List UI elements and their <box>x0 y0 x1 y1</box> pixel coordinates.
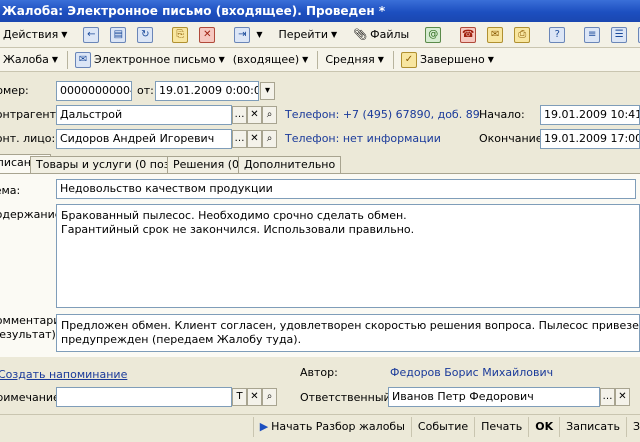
note-label: Примечание: <box>0 391 64 404</box>
content-textarea[interactable]: Бракованный пылесос. Необходимо срочно с… <box>56 204 640 308</box>
author-value: Федоров Борис Михайлович <box>390 366 554 379</box>
number-label: Номер: <box>0 84 29 97</box>
delete-icon[interactable]: ✕ <box>196 25 221 45</box>
pushpin-icon: ✓ <box>400 51 417 68</box>
responsible-field[interactable]: Иванов Петр Федорович <box>388 387 600 407</box>
letter-icon[interactable]: ✉ <box>484 25 509 45</box>
based-on-icon[interactable]: ⇥ ▼ <box>231 25 265 45</box>
window-title: Жалоба: Электронное письмо (входящее). П… <box>0 0 640 22</box>
calendar-dropdown[interactable]: ▾ <box>260 82 275 100</box>
comment-label-line2: (результат): <box>0 328 60 341</box>
direction-menu[interactable]: (входящее) ▼ <box>230 50 312 70</box>
save-button[interactable]: Записать <box>559 416 626 437</box>
end-label: Окончание: <box>479 132 547 145</box>
end-field[interactable]: 19.01.2009 17:00 <box>540 129 640 149</box>
start-label: Начало: <box>479 108 525 121</box>
counterparty-clear-button[interactable]: ✕ <box>247 106 262 124</box>
print-icon[interactable]: ⎙ <box>511 25 536 45</box>
counterparty-field[interactable]: Дальстрой <box>56 105 232 125</box>
date-field[interactable]: 19.01.2009 0:00:00 <box>155 81 259 101</box>
email-channel-icon: ✉ <box>75 51 92 68</box>
contact-clear-button[interactable]: ✕ <box>247 130 262 148</box>
description-panel: Тема: Недовольство качеством продукции С… <box>0 173 640 357</box>
list-icon[interactable]: ≡ <box>581 25 606 45</box>
status-menu[interactable]: ✓ Завершено ▼ <box>398 50 497 70</box>
contact-open-button[interactable]: ⌕ <box>262 130 277 148</box>
start-field[interactable]: 19.01.2009 10:41 <box>540 105 640 125</box>
ok-button[interactable]: OK <box>528 416 559 437</box>
files-button[interactable]: 📎︎ Файлы <box>350 25 412 45</box>
history-icon[interactable]: ◷ <box>635 25 640 45</box>
contact-label: Конт. лицо: <box>0 132 56 145</box>
email-icon[interactable]: @ <box>422 25 447 45</box>
command-bar: ▶ Начать Разбор жалобы Событие Печать OK … <box>0 414 640 438</box>
phone-icon[interactable]: ☎ <box>457 25 482 45</box>
document-icon[interactable]: ▤ <box>107 25 132 45</box>
create-reminder-link[interactable]: Создать напоминание <box>0 368 127 381</box>
goto-menu[interactable]: Перейти ▼ <box>276 25 341 45</box>
author-label: Автор: <box>300 366 338 379</box>
event-button[interactable]: Событие <box>410 416 474 437</box>
number-field[interactable]: 00000000004 <box>56 81 132 101</box>
print-button[interactable]: Печать <box>474 416 528 437</box>
structure-icon[interactable]: ☰ <box>608 25 633 45</box>
copy-icon[interactable]: ⎘ <box>169 25 194 45</box>
note-open-button[interactable]: ⌕ <box>262 388 277 406</box>
tab-decisions[interactable]: Решения (0) <box>167 156 250 174</box>
contact-select-button[interactable]: … <box>232 130 247 148</box>
actions-menu[interactable]: Действия ▼ <box>0 25 70 45</box>
paperclip-icon: 📎︎ <box>353 28 368 41</box>
responsible-clear-button[interactable]: ✕ <box>615 388 630 406</box>
type-menu[interactable]: Жалоба ▼ <box>0 50 61 70</box>
counterparty-open-button[interactable]: ⌕ <box>262 106 277 124</box>
responsible-label: Ответственный: <box>300 391 395 404</box>
help-icon[interactable]: ? <box>546 25 571 45</box>
note-text-button[interactable]: T <box>232 388 247 406</box>
contact-phone: Телефон: нет информации <box>285 132 441 145</box>
comment-textarea[interactable]: Предложен обмен. Клиент согласен, удовле… <box>56 314 640 352</box>
main-toolbar: Действия ▼ ← ▤ ↻ ⎘ ✕ ⇥ ▼ Перейти ▼ 📎︎ Файлы … <box>0 22 640 48</box>
close-button[interactable]: Закрыть <box>626 416 640 437</box>
event-toolbar: Жалоба ▼ ✉ Электронное письмо ▼ (входящее) ▼… <box>0 48 640 72</box>
tab-strip: Описание Товары и услуги (0 поз.) Решени… <box>0 154 640 174</box>
responsible-select-button[interactable]: … <box>600 388 615 406</box>
play-icon: ▶ <box>259 419 269 433</box>
channel-menu[interactable]: ✉ Электронное письмо ▼ <box>72 50 228 70</box>
counterparty-label: Контрагент: <box>0 108 60 121</box>
contact-field[interactable]: Сидоров Андрей Игоревич <box>56 129 232 149</box>
start-analysis-button[interactable]: ▶ Начать Разбор жалобы <box>252 416 411 437</box>
note-clear-button[interactable]: ✕ <box>247 388 262 406</box>
tab-additional[interactable]: Дополнительно <box>238 156 342 174</box>
subject-label: Тема: <box>0 184 21 197</box>
tab-goods[interactable]: Товары и услуги (0 поз.) <box>30 156 184 174</box>
priority-menu[interactable]: Средняя ▼ <box>322 50 387 70</box>
from-label: от: <box>137 84 154 97</box>
note-field[interactable] <box>56 387 232 407</box>
subject-field[interactable]: Недовольство качеством продукции <box>56 179 636 199</box>
refresh-icon[interactable]: ↻ <box>134 25 159 45</box>
counterparty-select-button[interactable]: … <box>232 106 247 124</box>
counterparty-phone: Телефон: +7 (495) 67890, доб. 89 <box>285 108 480 121</box>
back-icon[interactable]: ← <box>80 25 105 45</box>
